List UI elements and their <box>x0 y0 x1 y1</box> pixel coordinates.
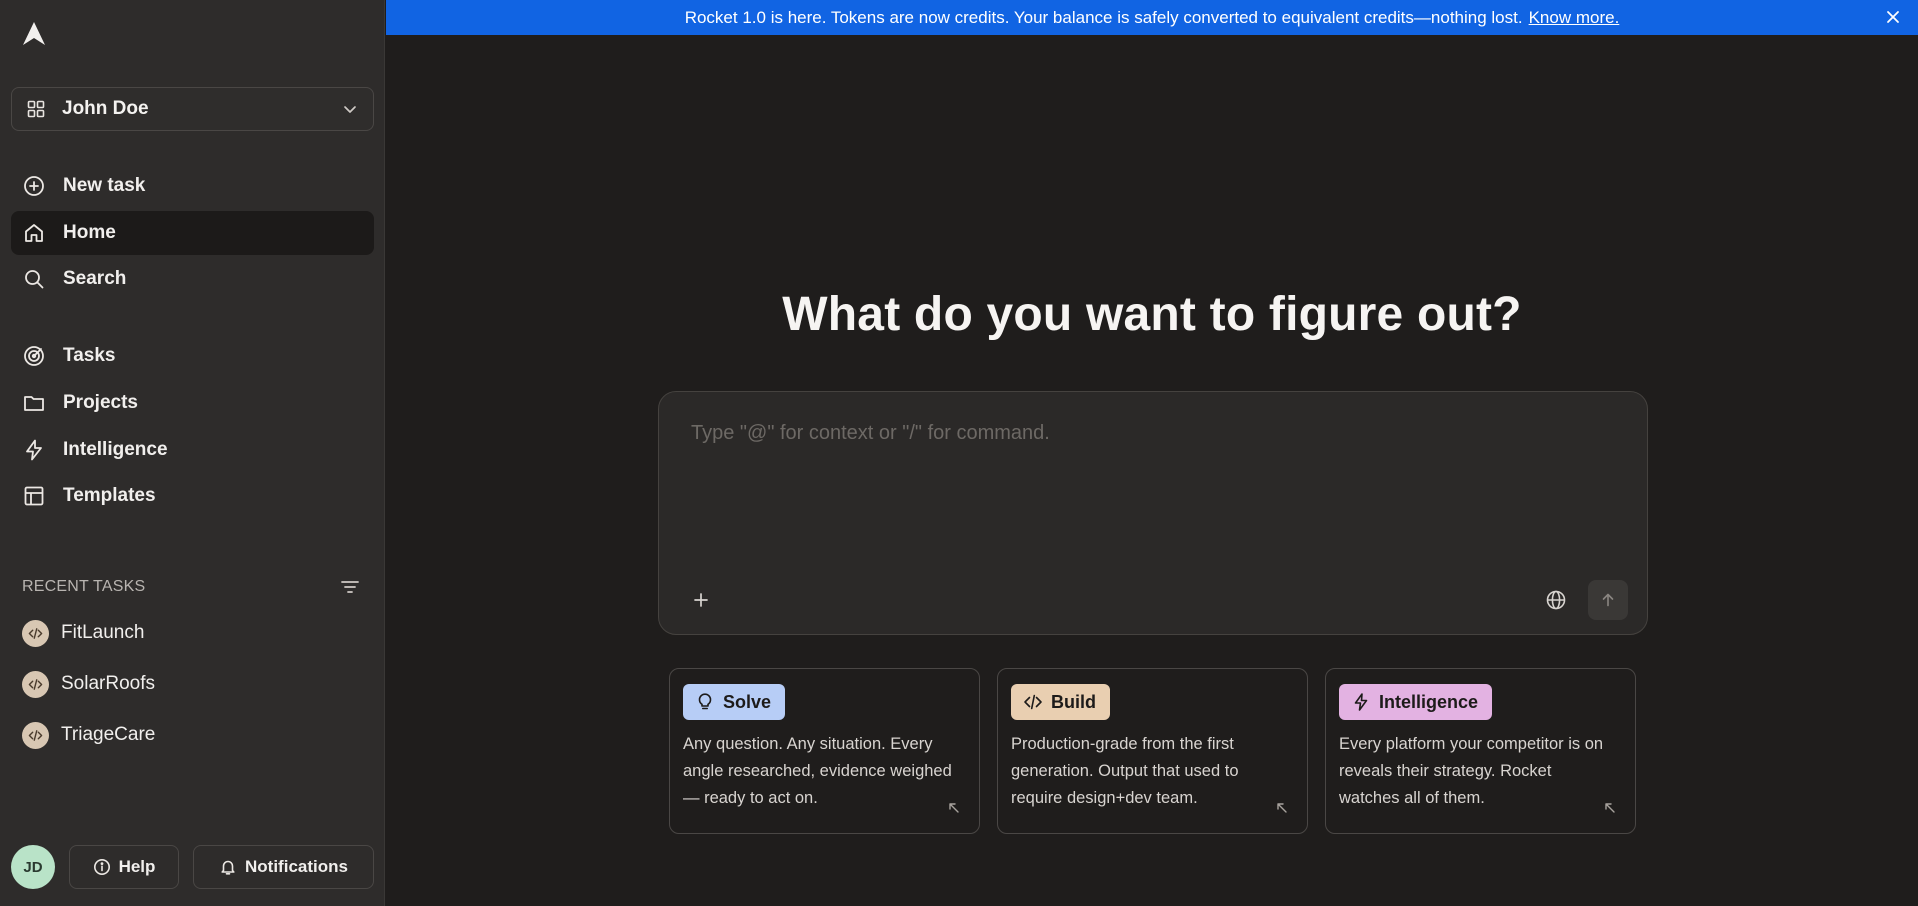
add-attachment-icon[interactable] <box>689 588 713 612</box>
grid-icon <box>26 99 46 119</box>
mode-label: Build <box>1051 691 1096 712</box>
workspace-switcher[interactable]: John Doe <box>11 87 374 131</box>
arrow-up-left-icon <box>947 801 961 815</box>
nav-label: Intelligence <box>63 439 168 460</box>
recent-task-item[interactable]: TriageCare <box>22 719 155 751</box>
code-icon <box>1023 692 1051 712</box>
mode-card-build[interactable]: Build Production-grade from the first ge… <box>997 668 1308 834</box>
nav-templates[interactable]: Templates <box>11 474 374 518</box>
nav-new-task[interactable]: New task <box>11 164 374 208</box>
lightning-icon <box>22 438 46 462</box>
nav-label: Templates <box>63 485 156 506</box>
banner-text: Rocket 1.0 is here. Tokens are now credi… <box>684 7 1523 27</box>
recent-task-label: FitLaunch <box>61 622 145 643</box>
info-icon <box>93 858 119 876</box>
lightning-icon <box>1351 692 1379 712</box>
send-button[interactable] <box>1588 580 1628 620</box>
code-icon <box>22 670 49 698</box>
notifications-button[interactable]: Notifications <box>193 845 374 889</box>
mode-description: Any question. Any situation. Every angle… <box>683 735 952 807</box>
help-button[interactable]: Help <box>69 845 179 889</box>
chevron-down-icon <box>341 100 359 118</box>
recent-tasks-header: RECENT TASKS <box>22 575 362 599</box>
mode-card-solve[interactable]: Solve Any question. Any situation. Every… <box>669 668 980 834</box>
plus-circle-icon <box>22 174 46 198</box>
avatar[interactable]: JD <box>11 845 55 889</box>
target-icon <box>22 344 46 368</box>
filter-icon[interactable] <box>338 575 362 599</box>
nav-search[interactable]: Search <box>11 257 374 301</box>
mode-description: Production-grade from the first generati… <box>1011 735 1239 807</box>
prompt-composer <box>658 391 1648 635</box>
mode-pill: Build <box>1011 684 1110 720</box>
sidebar: John Doe New task Home Search Tasks Proj… <box>0 0 385 906</box>
nav-intelligence[interactable]: Intelligence <box>11 428 374 472</box>
mode-pill: Intelligence <box>1339 684 1493 720</box>
arrow-up-left-icon <box>1275 801 1289 815</box>
globe-icon[interactable] <box>1544 588 1568 612</box>
close-icon[interactable] <box>1884 8 1902 26</box>
nav-home[interactable]: Home <box>11 211 374 255</box>
mode-label: Intelligence <box>1379 691 1479 712</box>
nav-label: Home <box>63 222 116 243</box>
mode-card-intelligence[interactable]: Intelligence Every platform your competi… <box>1325 668 1636 834</box>
announcement-banner: Rocket 1.0 is here. Tokens are now credi… <box>386 0 1918 35</box>
nav-label: Tasks <box>63 345 116 366</box>
help-label: Help <box>118 857 156 876</box>
code-icon <box>22 619 49 647</box>
prompt-input[interactable] <box>691 422 1611 542</box>
home-icon <box>22 221 46 245</box>
notifications-label: Notifications <box>245 857 348 876</box>
code-icon <box>22 721 49 749</box>
nav-projects[interactable]: Projects <box>11 381 374 425</box>
nav-label: Search <box>63 268 127 289</box>
mode-pill: Solve <box>683 684 786 720</box>
lightbulb-icon <box>695 692 723 712</box>
mode-label: Solve <box>723 691 772 712</box>
search-icon <box>22 267 46 291</box>
mode-description: Every platform your competitor is on rev… <box>1339 735 1604 807</box>
rocket-logo-icon[interactable] <box>20 20 48 48</box>
layout-icon <box>22 484 46 508</box>
banner-know-more-link[interactable]: Know more. <box>1529 8 1620 28</box>
recent-task-label: TriageCare <box>61 724 156 745</box>
nav-tasks[interactable]: Tasks <box>11 334 374 378</box>
arrow-up-icon <box>1602 593 1614 607</box>
folder-icon <box>22 391 46 415</box>
workspace-name: John Doe <box>62 98 149 119</box>
bell-icon <box>219 858 245 876</box>
recent-task-item[interactable]: SolarRoofs <box>22 668 155 700</box>
arrow-up-left-icon <box>1603 801 1617 815</box>
recent-task-item[interactable]: FitLaunch <box>22 617 144 649</box>
nav-label: New task <box>63 175 146 196</box>
nav-label: Projects <box>63 392 138 413</box>
recent-task-label: SolarRoofs <box>61 673 155 694</box>
page-title: What do you want to figure out? <box>782 288 1522 341</box>
recent-tasks-title: RECENT TASKS <box>22 578 146 595</box>
